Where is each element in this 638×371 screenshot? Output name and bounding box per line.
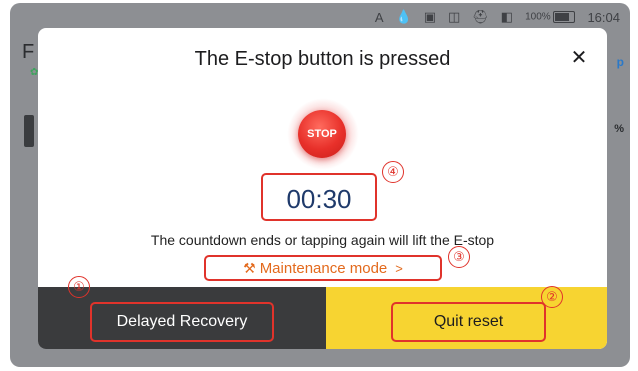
annotation-badge-2: ②	[541, 286, 563, 308]
countdown-timer: 00:30	[261, 173, 377, 221]
car-icon: ⛑	[472, 9, 489, 24]
a-icon: A	[374, 9, 384, 25]
status-bar: A 💧 ▣ ◫ ⛑ ◧ 100% 16:04	[375, 7, 620, 27]
chevron-right-icon: >	[395, 260, 403, 276]
drop-icon: 💧	[395, 9, 412, 24]
maintenance-mode-link[interactable]: ⚒ Maintenance mode >	[204, 255, 442, 281]
tools-icon: ⚒	[243, 259, 256, 276]
background-block	[24, 115, 34, 147]
delayed-recovery-button[interactable]: Delayed Recovery	[90, 302, 274, 342]
background-right-letter: p	[616, 55, 624, 69]
annotation-badge-4: ④	[382, 161, 404, 183]
sim-icon: ▣	[423, 9, 436, 24]
countdown-hint: The countdown ends or tapping again will…	[150, 232, 495, 248]
background-percent: %	[614, 123, 624, 135]
screenshot-icon: ◫	[447, 9, 461, 24]
no-signal-icon: ◧	[500, 9, 514, 24]
background-title-letter: F	[22, 41, 35, 63]
annotation-badge-3: ③	[448, 246, 470, 268]
clock: 16:04	[587, 9, 620, 25]
annotation-badge-1: ①	[68, 276, 90, 298]
stop-button[interactable]: STOP	[298, 110, 346, 158]
quit-reset-button[interactable]: Quit reset	[391, 302, 546, 342]
estop-dialog: The E-stop button is pressed ✕ STOP 00:3…	[38, 28, 607, 349]
device-screen: A 💧 ▣ ◫ ⛑ ◧ 100% 16:04 F ✿ p % The E-sto…	[10, 3, 630, 367]
close-button[interactable]: ✕	[565, 44, 593, 72]
battery-icon	[553, 11, 576, 23]
dialog-title: The E-stop button is pressed	[194, 48, 451, 70]
maintenance-label: Maintenance mode	[259, 259, 388, 277]
battery-level: 100%	[525, 11, 576, 23]
